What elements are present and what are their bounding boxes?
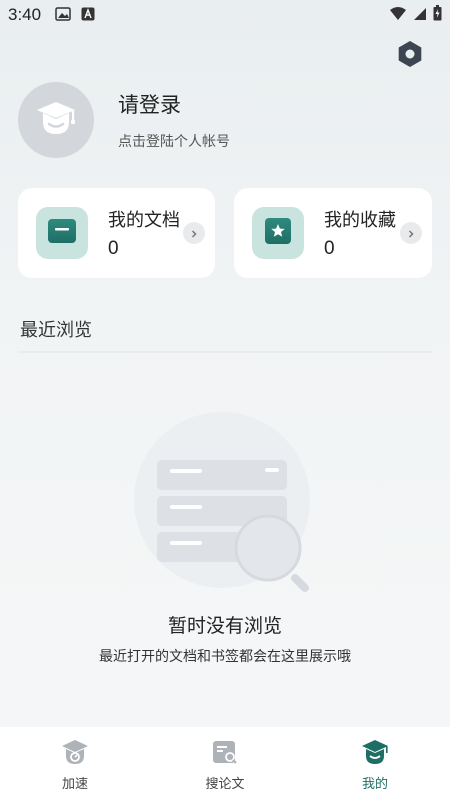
avatar xyxy=(18,82,94,158)
empty-state-title: 暂时没有浏览 xyxy=(167,615,282,637)
empty-state-illustration xyxy=(130,412,320,602)
empty-state-subtitle: 最近打开的文档和书签都会在这里展示哦 xyxy=(99,649,351,665)
documents-count: 0 xyxy=(108,238,119,259)
nav-label-search-paper: 搜论文 xyxy=(205,777,245,792)
profile-login-area[interactable]: 请登录 点击登陆个人帐号 xyxy=(18,82,230,158)
nav-label-mine: 我的 xyxy=(361,777,388,792)
favorites-title: 我的收藏 xyxy=(324,210,396,231)
favorites-arrow[interactable] xyxy=(400,222,422,244)
wifi-icon xyxy=(389,6,407,25)
login-title[interactable]: 请登录 xyxy=(118,89,230,119)
my-documents-card[interactable]: 我的文档 0 xyxy=(18,188,215,278)
folder-icon xyxy=(47,218,77,248)
documents-arrow[interactable] xyxy=(183,222,205,244)
favorites-count: 0 xyxy=(324,238,335,259)
settings-hex-icon xyxy=(395,39,425,73)
documents-icon-box xyxy=(36,207,88,259)
status-bar: 3:40 xyxy=(0,0,450,30)
chevron-right-icon xyxy=(406,224,416,243)
graduation-cap-icon xyxy=(34,96,78,144)
nav-item-mine[interactable]: 我的 xyxy=(300,727,450,800)
bottom-navigation: 加速 搜论文 我的 xyxy=(0,727,450,800)
speed-cap-icon xyxy=(60,739,90,769)
star-icon xyxy=(263,216,293,250)
status-time: 3:40 xyxy=(8,5,42,24)
search-doc-icon xyxy=(210,739,240,769)
divider xyxy=(18,351,432,353)
image-icon xyxy=(55,6,71,25)
mine-cap-icon xyxy=(360,739,390,769)
nav-item-search-paper[interactable]: 搜论文 xyxy=(150,727,300,800)
documents-title: 我的文档 xyxy=(108,210,180,231)
recent-section-title: 最近浏览 xyxy=(20,320,92,341)
battery-icon xyxy=(433,5,442,25)
chevron-right-icon xyxy=(189,224,199,243)
nav-item-speed[interactable]: 加速 xyxy=(0,727,150,800)
login-subtitle: 点击登陆个人帐号 xyxy=(118,134,230,150)
nav-label-speed: 加速 xyxy=(61,777,88,792)
my-favorites-card[interactable]: 我的收藏 0 xyxy=(234,188,432,278)
favorites-icon-box xyxy=(252,207,304,259)
signal-icon xyxy=(413,6,427,25)
a-icon xyxy=(81,6,95,25)
settings-button[interactable] xyxy=(394,40,426,72)
